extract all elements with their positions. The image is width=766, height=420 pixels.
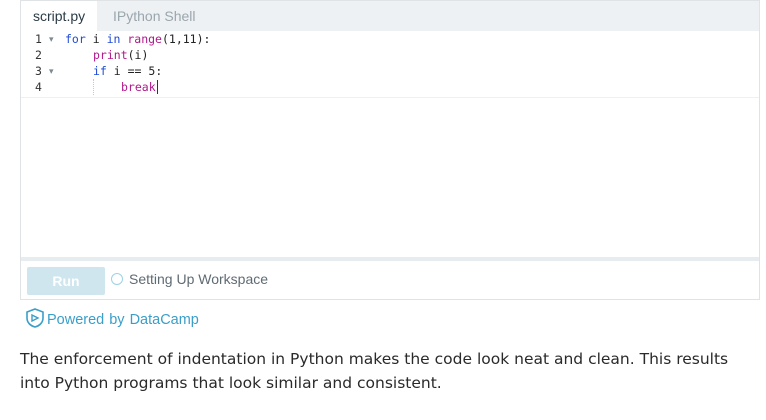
chevron-down-icon[interactable]: ▾ (49, 63, 54, 79)
code-line-1: for i in range(1,11): (65, 31, 210, 47)
code-line-2: print(i) (93, 47, 148, 63)
builtin-range: range (120, 32, 162, 46)
text-cursor (157, 80, 158, 94)
powered-by-word: by (109, 312, 125, 328)
loading-spinner-icon (111, 273, 123, 285)
variable: i (85, 32, 107, 46)
keyword-break: break (121, 80, 156, 94)
code-line-4: break (121, 79, 156, 95)
builtin-print: print (93, 48, 128, 62)
keyword-if: if (93, 64, 107, 78)
status-text: Setting Up Workspace (129, 271, 269, 287)
keyword-for: for (65, 32, 86, 46)
indent-guide (93, 79, 94, 95)
powered-prefix: Powered (47, 312, 105, 328)
run-button[interactable]: Run (27, 267, 105, 295)
line-number: 3 (35, 64, 42, 78)
tab-script-py[interactable]: script.py (21, 1, 98, 31)
code-rest: (i) (127, 48, 149, 62)
line-number: 4 (35, 80, 42, 94)
powered-by-link[interactable]: Powered by DataCamp (25, 308, 199, 332)
datacamp-shield-icon (25, 308, 47, 332)
code-widget: script.py IPython Shell 1 ▾ for i in ran… (20, 0, 760, 300)
code-rest: i == 5: (106, 64, 163, 78)
line-number: 2 (35, 48, 42, 62)
brand-name: DataCamp (129, 312, 199, 328)
chevron-down-icon[interactable]: ▾ (49, 31, 54, 47)
keyword-in: in (106, 32, 121, 46)
tab-ipython-shell[interactable]: IPython Shell (101, 1, 208, 31)
body-paragraph: The enforcement of indentation in Python… (20, 350, 729, 392)
run-bar: Run Setting Up Workspace (21, 261, 759, 299)
tab-bar: script.py IPython Shell (21, 1, 759, 31)
code-rest: (1,11): (161, 32, 211, 46)
code-line-3: if i == 5: (93, 63, 162, 79)
code-editor[interactable]: 1 ▾ for i in range(1,11): 2 print(i) 3 ▾… (21, 31, 759, 257)
